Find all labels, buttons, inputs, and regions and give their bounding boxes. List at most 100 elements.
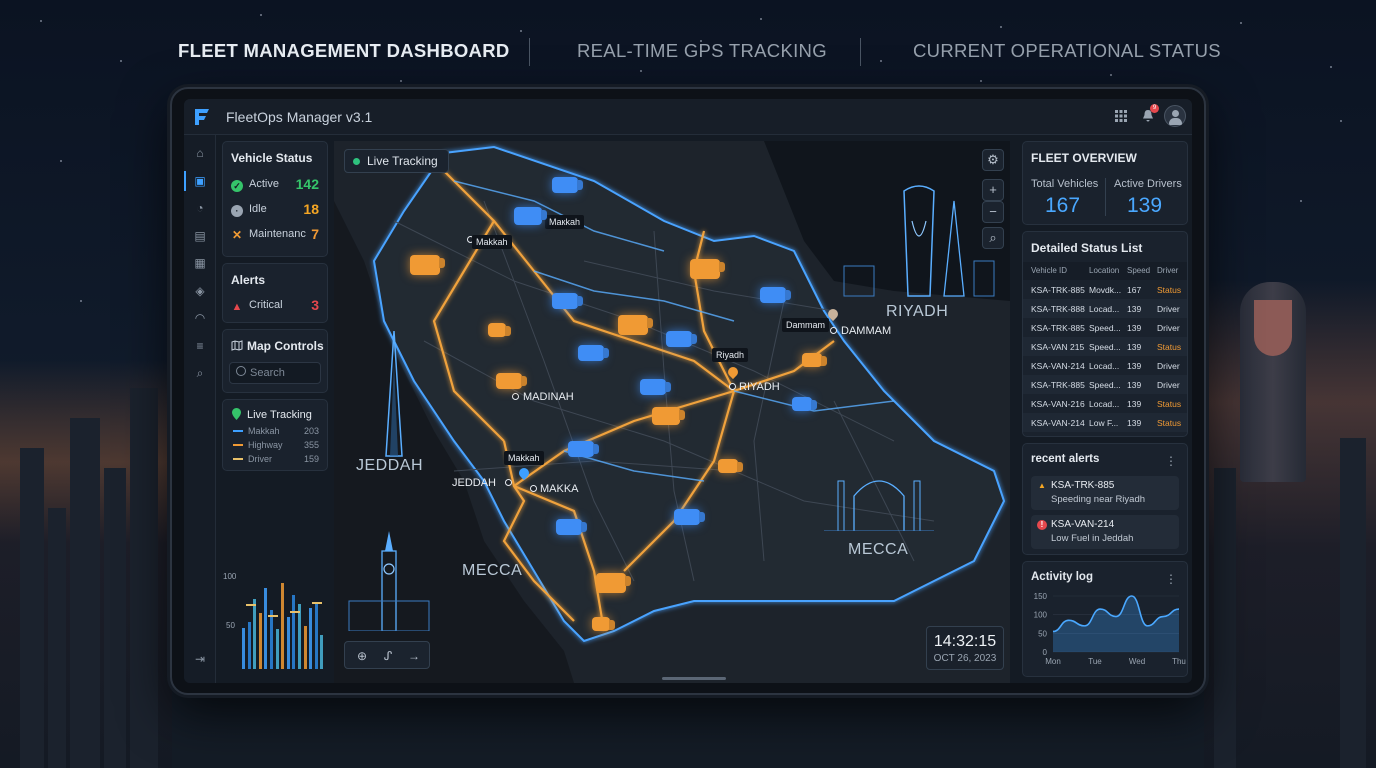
x-tick-label: Thu — [1172, 657, 1186, 666]
city-marker[interactable] — [505, 479, 512, 486]
fleet-overview-title: FLEET OVERVIEW — [1031, 151, 1137, 165]
activity-area-chart: 150 100 50 0Mon Tue Wed Thu — [1034, 592, 1186, 666]
vehicle-marker[interactable] — [488, 323, 506, 337]
route-icon[interactable]: ᔑ — [379, 647, 397, 665]
column-header[interactable]: Speed — [1127, 266, 1150, 275]
zoom-in-icon[interactable]: + — [982, 179, 1004, 201]
vehicle-marker[interactable] — [496, 373, 522, 389]
vehicle-marker[interactable] — [596, 573, 626, 593]
app-header: FleetOps Manager v3.1 9 — [184, 99, 1192, 135]
column-header[interactable]: Vehicle ID — [1031, 266, 1067, 275]
alert-card[interactable]: ▲ KSA-TRK-885 Speeding near Riyadh — [1031, 476, 1179, 510]
vehicle-marker[interactable] — [652, 407, 680, 425]
table-row[interactable]: KSA-VAN-214 Low F... 139 Status — [1023, 413, 1187, 432]
calendar-icon[interactable]: ▦ — [190, 253, 210, 273]
table-row[interactable]: KSA-VAN 215 Speed... 139 Status — [1023, 337, 1187, 356]
vehicle-marker[interactable] — [674, 509, 700, 525]
star — [640, 70, 642, 72]
table-cell: KSA-VAN-216 — [1031, 399, 1085, 409]
tab-operational-status[interactable]: CURRENT OPERATIONAL STATUS — [913, 40, 1221, 62]
vehicle-marker[interactable] — [578, 345, 604, 361]
live-tracking-toggle[interactable]: Live Tracking — [344, 149, 449, 173]
vehicle-marker[interactable] — [690, 259, 720, 279]
table-cell: Locad... — [1089, 399, 1120, 409]
table-cell: Speed... — [1089, 323, 1121, 333]
vehicle-marker[interactable] — [792, 397, 812, 411]
apps-grid-icon[interactable] — [1111, 107, 1131, 127]
warning-icon: ▲ — [1038, 481, 1046, 490]
logout-icon[interactable]: ⇥ — [190, 649, 210, 669]
home-icon[interactable]: ⌂ — [190, 143, 210, 163]
vehicle-marker[interactable] — [666, 331, 692, 347]
alert-vehicle-id: KSA-TRK-885 — [1051, 480, 1115, 491]
vehicle-marker[interactable] — [552, 293, 578, 309]
city-marker[interactable] — [729, 383, 736, 390]
user-avatar[interactable] — [1164, 105, 1186, 127]
vehicle-marker[interactable] — [514, 207, 542, 225]
clock-icon: · — [231, 205, 243, 217]
table-row[interactable]: KSA-VAN-214 Locad... 139 Driver — [1023, 356, 1187, 375]
table-row[interactable]: KSA-TRK-885 Speed... 139 Driver — [1023, 318, 1187, 337]
tab-fleet-management[interactable]: FLEET MANAGEMENT DASHBOARD — [178, 40, 510, 62]
tablet-frame: FleetOps Manager v3.1 9 ⌂ ▣ ◔ ▤ ▦ ◈ ◠ ≡ — [170, 87, 1206, 695]
table-row[interactable]: KSA-TRK-885 Movdk... 167 Status — [1023, 280, 1187, 299]
city-marker[interactable] — [830, 327, 837, 334]
mini-chart-tick: 100 — [223, 572, 237, 581]
vehicle-marker[interactable] — [760, 287, 786, 303]
table-cell: Driver — [1157, 323, 1180, 333]
warning-triangle-icon: ▲ — [231, 301, 243, 313]
table-cell: Speed... — [1089, 342, 1121, 352]
table-row[interactable]: KSA-VAN-216 Locad... 139 Status — [1023, 394, 1187, 413]
search-icon[interactable]: ⌕ — [190, 363, 210, 383]
vehicle-marker[interactable] — [592, 617, 610, 631]
legend-item: Highway 355 — [233, 440, 319, 452]
locate-icon[interactable]: ⊕ — [353, 647, 371, 665]
more-options-icon[interactable]: ⋮ — [1165, 572, 1177, 586]
skyline-left — [0, 360, 172, 768]
map-settings-icon[interactable]: ⚙ — [982, 149, 1004, 171]
vehicles-icon[interactable]: ▣ — [184, 171, 210, 191]
column-header[interactable]: Driver — [1157, 266, 1178, 275]
critical-alerts-row[interactable]: ▲ Critical — [231, 299, 321, 315]
arrow-right-icon[interactable]: → — [405, 647, 423, 665]
header-tabs: FLEET MANAGEMENT DASHBOARD REAL-TIME GPS… — [0, 38, 1376, 66]
headset-icon[interactable]: ◠ — [190, 308, 210, 328]
table-cell: 139 — [1127, 342, 1142, 352]
alert-card[interactable]: ! KSA-VAN-214 Low Fuel in Jeddah — [1031, 515, 1179, 549]
vehicle-marker[interactable] — [640, 379, 666, 395]
city-tag: Riyadh — [712, 348, 749, 362]
vehicle-marker[interactable] — [410, 255, 440, 275]
zoom-out-icon[interactable]: − — [982, 201, 1004, 223]
big-label-jeddah: JEDDAH — [356, 457, 424, 474]
tab-gps-tracking[interactable]: REAL-TIME GPS TRACKING — [577, 40, 827, 62]
list-icon[interactable]: ≡ — [190, 336, 210, 356]
vehicle-marker[interactable] — [556, 519, 582, 535]
column-header[interactable]: Location — [1089, 266, 1119, 275]
layers-icon[interactable]: ◈ — [190, 281, 210, 301]
more-options-icon[interactable]: ⋮ — [1165, 454, 1177, 468]
check-icon: ✓ — [231, 180, 243, 192]
vehicle-marker[interactable] — [568, 441, 594, 457]
home-indicator — [662, 677, 726, 680]
map-search-icon[interactable]: ⌕ — [982, 227, 1004, 249]
status-maintenance-row[interactable]: ✕ Maintenanc — [231, 228, 321, 244]
table-cell: Locad... — [1089, 304, 1120, 314]
table-cell: KSA-VAN 215 — [1031, 342, 1085, 352]
alert-message: Speeding near Riyadh — [1051, 494, 1146, 505]
table-cell: KSA-TRK-885 — [1031, 285, 1085, 295]
notification-bell-icon[interactable]: 9 — [1138, 104, 1159, 127]
reports-icon[interactable]: ▤ — [190, 226, 210, 246]
vehicle-marker[interactable] — [618, 315, 648, 335]
vehicle-marker[interactable] — [718, 459, 738, 473]
gps-map[interactable]: Live Tracking ⚙ + − ⌕ RIYADH JEDDAH MECC… — [334, 141, 1010, 683]
vehicle-marker[interactable] — [552, 177, 578, 193]
table-row[interactable]: KSA-TRK-885 Speed... 139 Driver — [1023, 375, 1187, 394]
status-list-title: Detailed Status List — [1031, 241, 1143, 255]
city-marker[interactable] — [530, 485, 537, 492]
star — [1330, 66, 1332, 68]
table-row[interactable]: KSA-TRK-888 Locad... 139 Driver — [1023, 299, 1187, 318]
city-marker[interactable] — [512, 393, 519, 400]
status-idle-value: 18 — [303, 201, 319, 217]
vehicle-marker[interactable] — [802, 353, 822, 367]
bell-icon[interactable]: ◔ — [190, 198, 210, 218]
